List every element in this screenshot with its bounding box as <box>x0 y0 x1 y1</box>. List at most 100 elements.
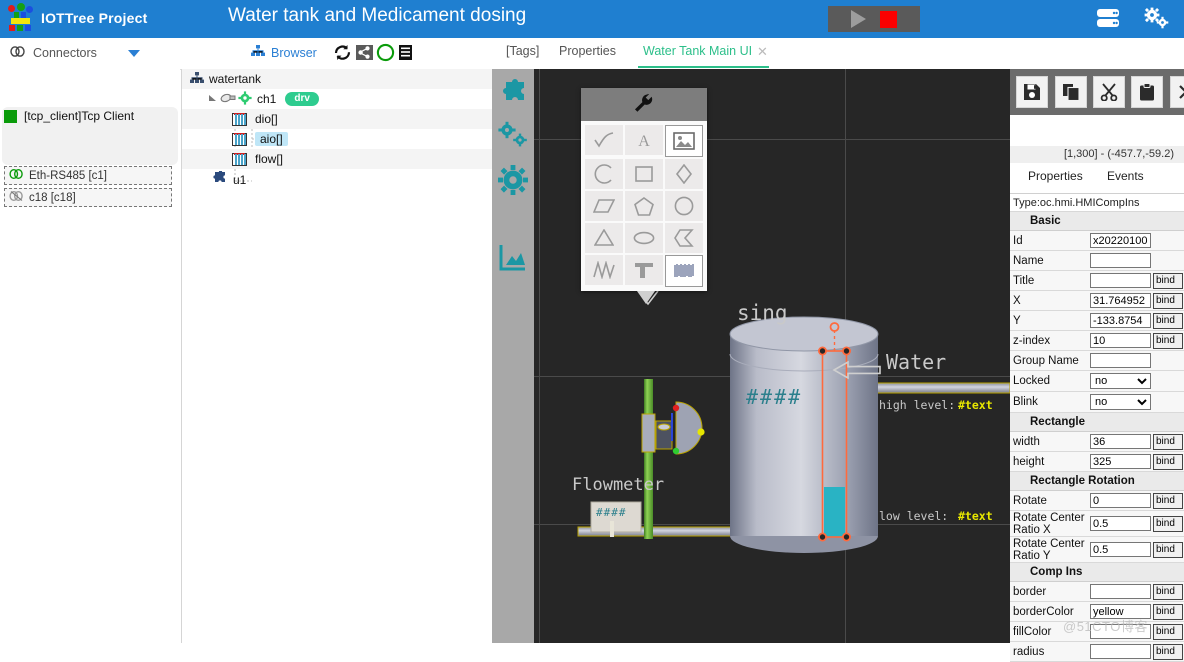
refresh-icon[interactable] <box>332 43 353 65</box>
tab-properties[interactable]: Properties <box>559 44 616 58</box>
delete-icon[interactable] <box>1170 76 1184 108</box>
tab-events-panel[interactable]: Events <box>1107 169 1144 183</box>
bind-button[interactable]: bind <box>1153 312 1183 329</box>
locked-select[interactable]: no <box>1090 373 1151 389</box>
bind-button[interactable]: bind <box>1153 292 1183 309</box>
list-icon[interactable] <box>397 43 414 65</box>
bind-button[interactable]: bind <box>1153 515 1183 532</box>
width-field[interactable] <box>1090 434 1151 449</box>
tab-properties-panel[interactable]: Properties <box>1028 169 1083 183</box>
scribble-tool-icon[interactable] <box>665 255 703 287</box>
flowmeter-label[interactable]: Flowmeter <box>572 475 664 495</box>
height-field[interactable] <box>1090 454 1151 469</box>
bind-cell: bind <box>1153 392 1184 412</box>
flowmeter-value-text[interactable]: #### <box>596 506 627 519</box>
title-field[interactable] <box>1090 273 1151 288</box>
connector-card-title: [tcp_client]Tcp Client <box>4 109 134 123</box>
play-icon[interactable] <box>851 10 866 28</box>
diamond-tool-icon[interactable] <box>665 159 703 189</box>
triangle-tool-icon[interactable] <box>585 223 623 253</box>
rotate-field[interactable] <box>1090 493 1151 508</box>
tree-item-u1[interactable]: u1 <box>182 169 493 190</box>
bind-button[interactable]: bind <box>1153 453 1183 470</box>
rotate-center-x-field[interactable] <box>1090 516 1151 531</box>
tab-tags[interactable]: [Tags] <box>506 44 539 58</box>
bind-button[interactable]: bind <box>1153 272 1183 289</box>
image-tool-icon[interactable] <box>665 125 703 157</box>
rectangle-tool-icon[interactable] <box>625 159 663 189</box>
bind-button[interactable]: bind <box>1153 433 1183 450</box>
canvas-dosing-text[interactable]: sing <box>737 301 788 325</box>
save-icon[interactable] <box>1016 76 1048 108</box>
bind-button[interactable]: bind <box>1153 332 1183 349</box>
gear-icon <box>238 90 252 108</box>
bind-button[interactable]: bind <box>1153 623 1183 640</box>
y-field[interactable] <box>1090 313 1151 328</box>
connector-row-c18[interactable]: c18 [c18] <box>4 188 172 207</box>
parallelogram-tool-icon[interactable] <box>585 191 623 221</box>
puzzle-piece-icon[interactable] <box>497 79 529 111</box>
paste-icon[interactable] <box>1131 76 1163 108</box>
chart-image-icon[interactable] <box>497 241 529 273</box>
property-value <box>1088 537 1153 562</box>
palette-header[interactable] <box>581 88 707 121</box>
iottree-blocks-logo <box>8 3 34 33</box>
application-window: IOTTree Project Water tank and Medicamen… <box>0 0 1184 662</box>
bind-button[interactable]: bind <box>1153 643 1183 660</box>
tree-item-watertank[interactable]: watertank <box>182 69 493 89</box>
id-field[interactable] <box>1090 233 1151 248</box>
bind-button[interactable]: bind <box>1153 603 1183 620</box>
cut-icon[interactable] <box>1093 76 1125 108</box>
chevron-down-icon[interactable] <box>127 49 140 57</box>
text-tool-icon[interactable]: A <box>625 125 663 155</box>
tree-item-ch1[interactable]: ch1 drv <box>182 89 493 109</box>
close-icon[interactable]: ✕ <box>757 44 768 60</box>
gear-icon[interactable] <box>497 164 529 196</box>
expand-triangle-icon[interactable] <box>208 92 217 106</box>
x-field[interactable] <box>1090 293 1151 308</box>
server-rack-icon[interactable] <box>1096 7 1120 32</box>
tree-item-dio[interactable]: dio[] <box>182 109 493 129</box>
connector-row-eth-rs485[interactable]: Eth-RS485 [c1] <box>4 166 172 185</box>
bind-button[interactable]: bind <box>1153 492 1183 509</box>
pentagon-tool-icon[interactable] <box>625 191 663 221</box>
bind-button[interactable]: bind <box>1153 583 1183 600</box>
polyline-tool-icon[interactable] <box>585 255 623 285</box>
copy-icon[interactable] <box>1055 76 1087 108</box>
pipe-tool-icon[interactable] <box>625 255 663 285</box>
z-index-field[interactable] <box>1090 333 1151 348</box>
group-name-field[interactable] <box>1090 353 1151 368</box>
curve-tool-icon[interactable] <box>585 125 623 155</box>
radius-field[interactable] <box>1090 644 1151 659</box>
property-key: Y <box>1013 314 1021 327</box>
bind-cell: bind <box>1153 331 1184 350</box>
water-label[interactable]: Water <box>886 350 946 374</box>
property-value <box>1088 491 1153 510</box>
circle-tool-icon[interactable] <box>665 191 703 221</box>
tab-water-tank-main-ui[interactable]: Water Tank Main UI <box>643 44 752 58</box>
border-field[interactable] <box>1090 584 1151 599</box>
tank-value-text[interactable]: #### <box>746 385 802 409</box>
circle-icon[interactable] <box>376 43 395 65</box>
tree-item-flow[interactable]: flow[] <box>182 149 493 169</box>
blink-select[interactable]: no <box>1090 394 1151 410</box>
arc-tool-icon[interactable] <box>585 159 623 189</box>
bind-cell: bind <box>1153 231 1184 250</box>
properties-panel: [1,300] - (-457.7,-59.2) Properties Even… <box>1010 69 1184 662</box>
high-level-value[interactable]: #text <box>958 398 993 412</box>
tree-item-aio[interactable]: aio[] <box>182 129 493 149</box>
low-level-value[interactable]: #text <box>958 509 993 523</box>
bind-button[interactable]: bind <box>1153 541 1183 558</box>
connectors-menu[interactable]: Connectors <box>10 45 140 61</box>
stop-icon[interactable] <box>880 10 897 28</box>
property-value <box>1088 642 1153 661</box>
double-gear-icon[interactable] <box>497 121 529 153</box>
share-icon[interactable] <box>355 43 374 65</box>
hmi-canvas[interactable]: sing #### Flowmeter #### Water high leve… <box>534 69 1010 643</box>
rotate-center-y-field[interactable] <box>1090 542 1151 557</box>
ellipse-tool-icon[interactable] <box>625 223 663 253</box>
name-field[interactable] <box>1090 253 1151 268</box>
polygon-tool-icon[interactable] <box>665 223 703 253</box>
gears-settings-icon[interactable] <box>1142 6 1170 33</box>
browser-tab[interactable]: Browser <box>251 45 317 60</box>
